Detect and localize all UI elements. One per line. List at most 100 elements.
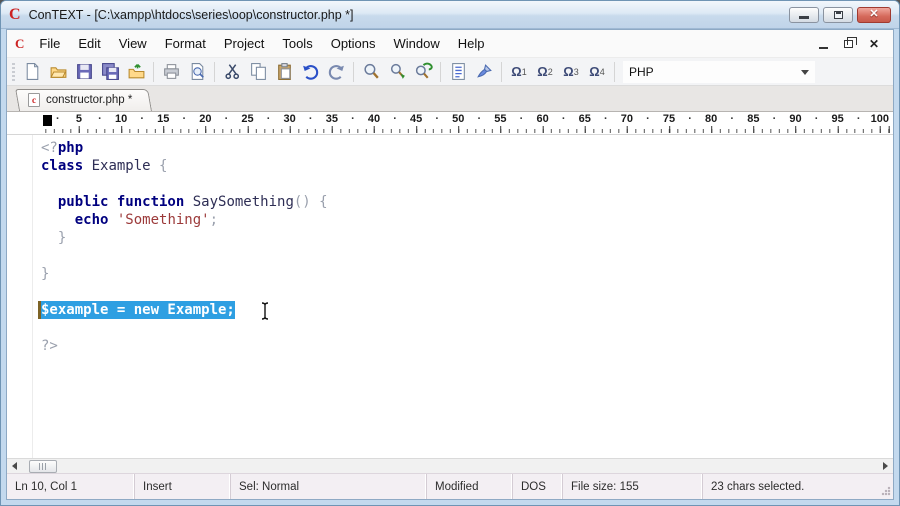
code-token: { xyxy=(159,158,168,174)
find-next-button[interactable] xyxy=(384,60,410,84)
print-preview-button[interactable] xyxy=(184,60,210,84)
resize-grip-icon[interactable] xyxy=(881,486,891,496)
code-line: class Example { xyxy=(41,157,893,175)
code-lines: <?php class Example { public function Say… xyxy=(7,139,893,355)
ruler-number: 85 xyxy=(747,113,760,125)
replace-button[interactable] xyxy=(410,60,436,84)
undo-button[interactable] xyxy=(297,60,323,84)
ruler-number: 45 xyxy=(410,113,423,125)
user-function-button[interactable]: Ω4 xyxy=(584,60,610,84)
format-brush-icon xyxy=(476,64,492,78)
code-token: { xyxy=(310,194,328,210)
highlighter-select[interactable]: PHP xyxy=(623,60,815,83)
restore-button[interactable] xyxy=(823,6,853,23)
restore-icon xyxy=(833,10,843,19)
menu-item[interactable]: Format xyxy=(156,33,215,54)
open-file-button[interactable] xyxy=(45,60,71,84)
ibeam-cursor-icon xyxy=(261,302,269,320)
menu-item[interactable]: View xyxy=(110,33,156,54)
code-line: ?> xyxy=(41,337,893,355)
tab-constructor-php[interactable]: c constructor.php * xyxy=(15,89,153,111)
ruler-dot: · xyxy=(646,113,650,125)
menu-item[interactable]: Help xyxy=(449,33,494,54)
status-panel: 23 chars selected. xyxy=(711,480,805,493)
menu-item[interactable]: File xyxy=(30,33,69,54)
arrow-right-icon xyxy=(883,462,888,470)
ruler-number: 95 xyxy=(831,113,844,125)
copy-button[interactable] xyxy=(245,60,271,84)
menu-item[interactable]: Options xyxy=(322,33,385,54)
code-token: Example xyxy=(83,158,160,174)
code-line: public function SaySomething() { xyxy=(41,193,893,211)
menu-item[interactable]: Tools xyxy=(273,33,321,54)
code-token: () xyxy=(293,194,311,210)
ruler-dot: · xyxy=(561,113,566,125)
ruler-number: 20 xyxy=(199,113,212,125)
ruler-number: 90 xyxy=(789,113,802,125)
ruler-number: 65 xyxy=(578,113,591,125)
menu-item[interactable]: Edit xyxy=(69,33,109,54)
chevron-down-icon xyxy=(801,69,809,75)
user-function-button[interactable]: Ω1 xyxy=(506,60,532,84)
code-token: SaySomething xyxy=(184,194,294,210)
user-function-button[interactable]: Ω3 xyxy=(558,60,584,84)
print-button[interactable] xyxy=(158,60,184,84)
replace-icon xyxy=(415,62,433,79)
print-icon xyxy=(163,64,179,79)
undo-icon xyxy=(302,65,318,80)
ruler-number: 30 xyxy=(283,113,296,125)
find-button[interactable] xyxy=(358,60,384,84)
ruler-dot: · xyxy=(856,113,861,125)
scroll-right-button[interactable] xyxy=(878,459,893,474)
new-file-icon xyxy=(26,63,38,80)
context-logo-icon: C xyxy=(9,5,21,23)
print-preview-icon xyxy=(191,63,204,80)
mdi-window-controls: ✕ xyxy=(818,36,885,50)
format-brush-button[interactable] xyxy=(471,60,497,84)
ruler-number: 25 xyxy=(241,113,254,125)
toolbar-separator xyxy=(214,61,215,82)
selected-text: $example = new Example; xyxy=(41,301,235,319)
ruler-number: 80 xyxy=(705,113,718,125)
mdi-minimize-icon[interactable] xyxy=(818,46,828,49)
toolbar: Ω1Ω2Ω3Ω4 PHP xyxy=(7,58,893,86)
save-all-button[interactable] xyxy=(97,60,123,84)
omega-icon: Ω xyxy=(589,64,600,79)
status-panel: Ln 10, Col 1 xyxy=(7,474,135,499)
ruler-dot: · xyxy=(140,113,144,125)
toolbar-separator xyxy=(153,61,154,82)
redo-button[interactable] xyxy=(323,60,349,84)
user-function-button[interactable]: Ω2 xyxy=(532,60,558,84)
cut-button[interactable] xyxy=(219,60,245,84)
minimize-button[interactable] xyxy=(789,6,819,23)
mdi-close-icon[interactable]: ✕ xyxy=(869,38,879,50)
menu-item[interactable]: Window xyxy=(385,33,449,54)
ruler-dot: · xyxy=(435,113,440,125)
new-file-button[interactable] xyxy=(19,60,45,84)
document-logo-icon: C xyxy=(15,35,25,51)
save-file-button[interactable] xyxy=(71,60,97,84)
mdi-restore-icon[interactable] xyxy=(843,36,857,48)
ruler-dot: · xyxy=(266,113,271,125)
paste-button[interactable] xyxy=(271,60,297,84)
close-button[interactable]: ✕ xyxy=(857,6,891,23)
find-icon xyxy=(363,63,379,79)
code-line: } xyxy=(41,229,893,247)
ruler-number: 5 xyxy=(75,113,82,125)
editor[interactable]: <?php class Example { public function Say… xyxy=(7,135,893,458)
scroll-left-button[interactable] xyxy=(7,459,22,474)
horizontal-scrollbar[interactable] xyxy=(7,458,893,473)
scrollbar-thumb[interactable] xyxy=(29,460,57,473)
view-source-button[interactable] xyxy=(445,60,471,84)
menu-item[interactable]: Project xyxy=(215,33,273,54)
code-line: } xyxy=(41,265,893,283)
status-bar: Ln 10, Col 1 Insert Sel: Normal Modified DOS… xyxy=(7,473,893,499)
ruler-number: 15 xyxy=(157,113,170,125)
open-folder-button[interactable] xyxy=(123,60,149,84)
app-window: C ConTEXT - [C:\xampp\htdocs\series\oop\… xyxy=(0,0,900,506)
code-line: $example = new Example; xyxy=(41,301,893,319)
